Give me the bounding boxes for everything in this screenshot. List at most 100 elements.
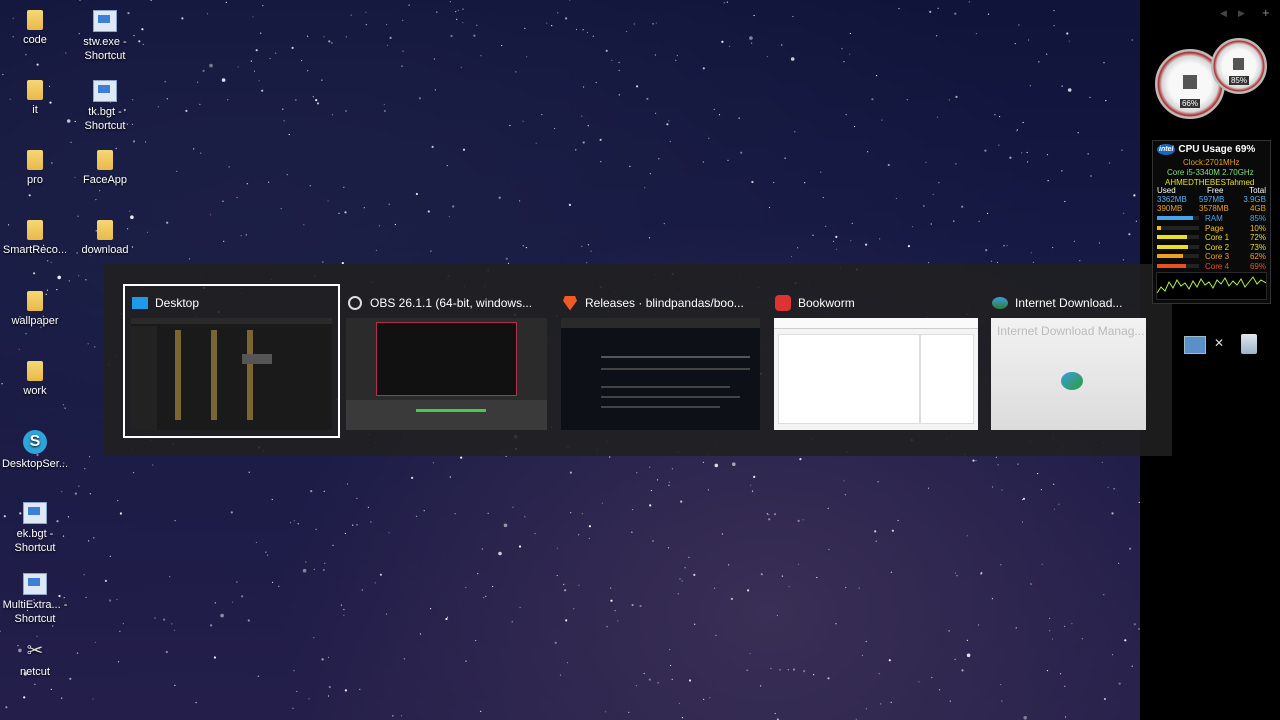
star (718, 114, 721, 116)
star (670, 664, 672, 667)
star (222, 200, 224, 202)
star (252, 16, 254, 18)
star (563, 583, 565, 586)
recycle-bin-icon[interactable] (1241, 334, 1257, 354)
star (1051, 638, 1053, 640)
star (582, 29, 584, 31)
star (462, 148, 466, 151)
switcher-tile-obs[interactable]: OBS 26.1.1 (64-bit, windows... (340, 286, 553, 436)
star (825, 225, 827, 227)
desktop-icon-faceapp[interactable]: FaceApp (70, 150, 140, 187)
star (419, 633, 421, 635)
switcher-tile-idm[interactable]: Internet Download... Internet Download M… (985, 286, 1152, 436)
desktop-icon-it[interactable]: it (0, 80, 70, 117)
star (157, 106, 159, 108)
switcher-tile-releases[interactable]: Releases · blindpandas/boo... (555, 286, 766, 436)
star (322, 261, 324, 263)
desktop-icon-netcut[interactable]: ✂ netcut (0, 640, 70, 679)
star (307, 70, 309, 72)
desktop-icon-code[interactable]: code (0, 10, 70, 47)
star (498, 196, 501, 199)
star (154, 617, 156, 619)
star (452, 205, 455, 208)
task-switcher: Desktop OBS 26.1.1 (64-bit, windows... R… (104, 264, 1172, 456)
desktop-icon-download[interactable]: download (70, 220, 140, 257)
browser-thumbnail (561, 318, 760, 430)
star (1047, 180, 1049, 182)
desktop-icon-multiextra[interactable]: MultiExtra... - Shortcut (0, 573, 70, 626)
star (669, 648, 671, 651)
star (626, 30, 628, 33)
star (465, 586, 467, 589)
shortcut-icon (23, 573, 47, 595)
cpu-bar-track (1157, 244, 1199, 249)
star (449, 1, 451, 3)
cpu-bar-value: 69% (1249, 261, 1266, 271)
star (1098, 242, 1101, 244)
desktop-icon-tk[interactable]: tk.bgt - Shortcut (70, 80, 140, 133)
star (188, 258, 191, 260)
switcher-tile-desktop[interactable]: Desktop (123, 284, 340, 438)
star (379, 573, 382, 576)
star (65, 52, 67, 54)
desktop-icon-wallpaper[interactable]: wallpaper (0, 291, 70, 328)
cpu-bar-value: 72% (1249, 233, 1266, 242)
desktop-icon-pro[interactable]: pro (0, 150, 70, 187)
star (74, 492, 77, 495)
sidebar-add-icon[interactable]: + (1262, 5, 1270, 20)
star (586, 31, 589, 34)
star (253, 70, 256, 72)
desktop-icon-stw[interactable]: stw.exe - Shortcut (70, 10, 140, 63)
star (877, 481, 879, 483)
star (1030, 583, 1032, 585)
desktop-icon-label: download (81, 244, 129, 256)
star (927, 487, 930, 489)
star (61, 697, 63, 699)
desktop-icon-work[interactable]: work (0, 361, 70, 398)
sidebar-next-icon[interactable]: ▶ (1238, 8, 1245, 19)
star (213, 656, 216, 659)
network-icon[interactable] (1184, 336, 1206, 354)
star (18, 348, 20, 350)
star (981, 572, 983, 574)
star (343, 614, 345, 616)
star (948, 99, 950, 101)
star (312, 96, 314, 98)
star (85, 279, 87, 281)
desktop-icon-smartreco[interactable]: SmartReco... (0, 220, 70, 257)
close-icon[interactable]: ✕ (1214, 336, 1224, 350)
star (618, 69, 620, 72)
star (657, 682, 659, 684)
folder-icon (27, 361, 43, 381)
intel-logo-icon: intel (1157, 144, 1176, 155)
star (454, 513, 456, 515)
star (715, 634, 717, 636)
switcher-tile-bookworm[interactable]: Bookworm (768, 286, 984, 436)
star (702, 67, 705, 70)
star (832, 240, 835, 242)
star (268, 181, 270, 183)
star (797, 519, 800, 523)
folder-icon (27, 220, 43, 240)
star (556, 547, 558, 549)
star (415, 515, 418, 517)
desktop-icon-ek[interactable]: ek.bgt - Shortcut (0, 502, 70, 555)
star (575, 28, 578, 31)
star (997, 464, 999, 466)
cpu-bar-track (1157, 216, 1199, 220)
star (1046, 53, 1048, 55)
star (843, 480, 845, 482)
star (609, 456, 611, 458)
star (152, 464, 154, 466)
sidebar-prev-icon[interactable]: ◀ (1220, 8, 1227, 19)
desktop-icon-desktopser[interactable]: S DesktopSer... (0, 430, 70, 471)
star (297, 523, 299, 525)
gauge-memory-icon (1233, 58, 1244, 70)
bookworm-thumbnail (774, 318, 978, 430)
star (888, 659, 891, 662)
star (84, 468, 86, 470)
star (166, 98, 168, 100)
star (966, 535, 969, 537)
star (599, 138, 602, 141)
star (1000, 564, 1002, 566)
